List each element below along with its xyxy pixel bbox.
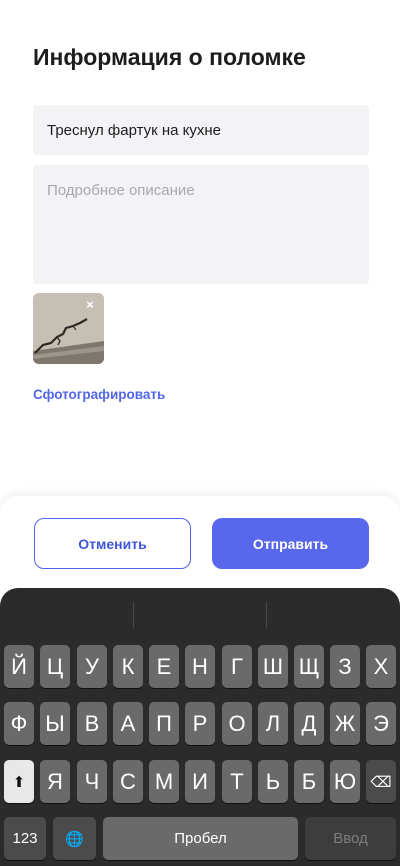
description-placeholder: Подробное описание [47,182,195,199]
key-ш[interactable]: Ш [258,645,288,688]
key-г[interactable]: Г [222,645,252,688]
key-щ[interactable]: Щ [294,645,324,688]
key-а[interactable]: А [113,702,143,745]
key-н[interactable]: Н [185,645,215,688]
key-ж[interactable]: Ж [330,702,360,745]
submit-button[interactable]: Отправить [212,518,369,569]
page-title: Информация о поломке [33,44,306,70]
key-с[interactable]: С [113,760,143,803]
space-key[interactable]: Пробел [103,817,298,860]
key-ф[interactable]: Ф [4,702,34,745]
key-ч[interactable]: Ч [77,760,107,803]
suggestion-divider [266,602,267,628]
key-е[interactable]: Е [149,645,179,688]
key-з[interactable]: З [330,645,360,688]
key-ц[interactable]: Ц [40,645,70,688]
enter-key[interactable]: Ввод [305,817,396,860]
key-м[interactable]: М [149,760,179,803]
issue-title-value: Треснул фартук на кухне [47,122,221,139]
key-д[interactable]: Д [294,702,324,745]
suggestion-bar [0,588,400,634]
key-ы[interactable]: Ы [40,702,70,745]
key-у[interactable]: У [77,645,107,688]
globe-icon[interactable]: 🌐 [53,817,96,860]
keyboard: Й Ц У К Е Н Г Ш Щ З Х Ф Ы В А П Р О Л Д … [0,588,400,866]
key-э[interactable]: Э [366,702,396,745]
key-п[interactable]: П [149,702,179,745]
key-к[interactable]: К [113,645,143,688]
key-в[interactable]: В [77,702,107,745]
photo-thumbnail[interactable]: × [33,293,104,364]
key-й[interactable]: Й [4,645,34,688]
key-и[interactable]: И [185,760,215,803]
key-л[interactable]: Л [258,702,288,745]
action-panel: Отменить Отправить [0,496,400,596]
description-textarea[interactable]: Подробное описание [33,165,369,284]
key-б[interactable]: Б [294,760,324,803]
close-icon[interactable]: × [83,298,97,312]
key-о[interactable]: О [222,702,252,745]
key-х[interactable]: Х [366,645,396,688]
key-р[interactable]: Р [185,702,215,745]
key-я[interactable]: Я [40,760,70,803]
issue-title-input[interactable]: Треснул фартук на кухне [33,105,369,155]
key-ь[interactable]: Ь [258,760,288,803]
key-ю[interactable]: Ю [330,760,360,803]
backspace-icon[interactable]: ⌫ [366,760,396,803]
numbers-key[interactable]: 123 [4,817,46,860]
suggestion-divider [133,602,134,628]
take-photo-link[interactable]: Сфотографировать [33,387,165,402]
cancel-button[interactable]: Отменить [34,518,191,569]
key-т[interactable]: Т [222,760,252,803]
shift-icon[interactable]: ⬆ [4,760,34,803]
